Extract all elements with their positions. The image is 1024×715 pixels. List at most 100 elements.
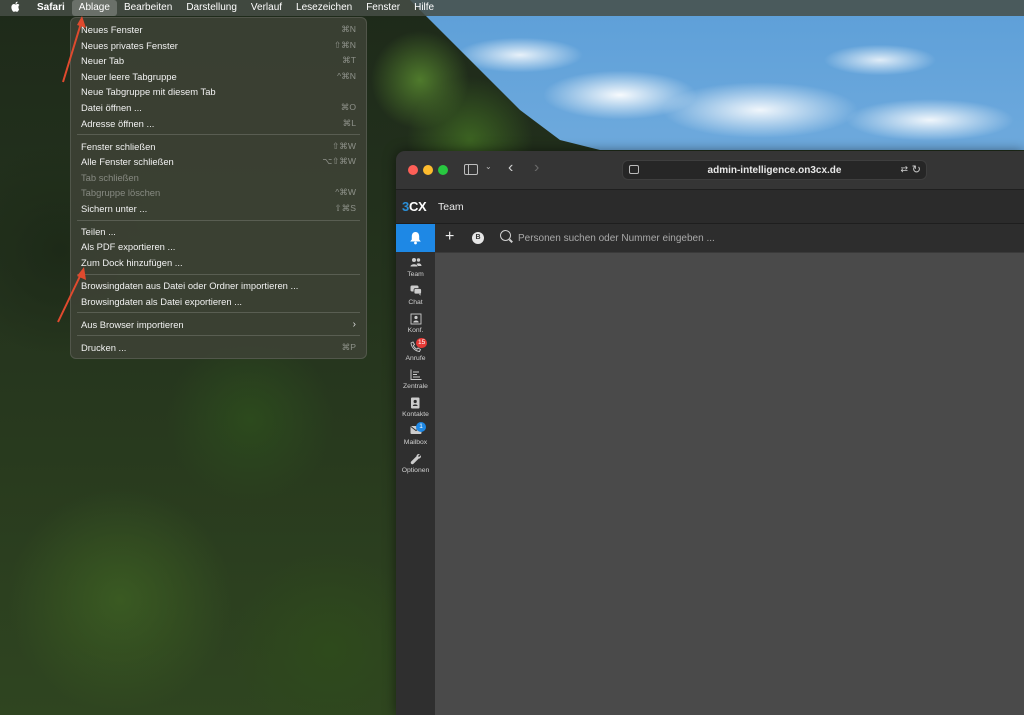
- menu-item-shortcut: ⇧⌘S: [334, 202, 356, 213]
- chat-icon: [396, 285, 435, 298]
- address-bar[interactable]: admin-intelligence.on3cx.de ⇄ ↻: [622, 160, 927, 180]
- menu-item-label: Tabgruppe löschen: [81, 187, 161, 199]
- nav-item-chat[interactable]: Chat: [396, 285, 435, 307]
- menu-hilfe[interactable]: Hilfe: [407, 0, 441, 16]
- reload-icon[interactable]: ↻: [912, 163, 921, 176]
- menu-item[interactable]: Neuer Tab ⌘T: [71, 53, 366, 69]
- nav-item-anrufe[interactable]: Anrufe 15: [396, 338, 435, 363]
- nav-item-konf[interactable]: Konf.: [396, 313, 435, 335]
- menu-item-label: Neues Fenster: [81, 24, 143, 35]
- menu-item[interactable]: Teilen ...: [71, 224, 366, 240]
- nav-item-optionen[interactable]: Optionen: [396, 453, 435, 475]
- menu-bar: Safari Ablage Bearbeiten Darstellung Ver…: [0, 0, 1024, 16]
- translate-icon[interactable]: ⇄: [900, 164, 908, 175]
- menu-item[interactable]: Browsingdaten aus Datei oder Ordner impo…: [71, 278, 366, 294]
- menu-item-label: Neue Tabgruppe mit diesem Tab: [81, 86, 216, 98]
- menu-verlauf[interactable]: Verlauf: [244, 0, 289, 16]
- menu-item-shortcut: ⇧⌘N: [333, 39, 356, 50]
- main-content: + B: [435, 224, 1024, 715]
- nav-item-label: Zentrale: [403, 383, 428, 390]
- ablage-dropdown-menu: Neues Fenster ⌘N Neues privates Fenster ⇧⌘N…: [70, 17, 367, 359]
- menu-separator: [77, 312, 360, 314]
- minimize-window-button[interactable]: [423, 165, 433, 175]
- sidebar-toggle-icon[interactable]: [464, 164, 478, 175]
- notifications-bell-icon[interactable]: [396, 224, 435, 252]
- menu-bearbeiten[interactable]: Bearbeiten: [117, 0, 179, 16]
- menu-darstellung[interactable]: Darstellung: [179, 0, 244, 16]
- menu-item[interactable]: Browsingdaten als Datei exportieren ...: [71, 294, 366, 310]
- menu-item[interactable]: Sichern unter ... ⇧⌘S: [71, 201, 366, 217]
- menu-item[interactable]: Datei öffnen ... ⌘O: [71, 100, 366, 116]
- menu-item[interactable]: Fenster schließen ⇧⌘W: [71, 139, 366, 155]
- app-sidebar: Team Chat Konf. Anrufe 15 Zentrale Kontakte Mai…: [396, 224, 435, 715]
- nav-item-label: Mailbox: [403, 439, 428, 446]
- add-icon[interactable]: +: [445, 228, 454, 246]
- browser-toolbar: ⌄ ‹ › admin-intelligence.on3cx.de ⇄ ↻: [396, 151, 1024, 190]
- menu-item-shortcut: ⌘N: [341, 24, 356, 34]
- menu-item-label: Drucken ...: [81, 341, 127, 353]
- nav-item-label: Team: [407, 271, 424, 278]
- count-badge: 15: [416, 338, 428, 348]
- menu-separator: [77, 219, 360, 221]
- menu-item[interactable]: Als PDF exportieren ...: [71, 239, 366, 255]
- nav-item-label: Optionen: [401, 467, 430, 474]
- menu-fenster[interactable]: Fenster: [359, 0, 407, 16]
- menu-item[interactable]: Neue Tabgruppe mit diesem Tab: [71, 84, 366, 100]
- apple-menu-icon[interactable]: [0, 1, 30, 15]
- search-input[interactable]: [518, 230, 998, 246]
- chevron-down-icon[interactable]: ⌄: [485, 162, 492, 171]
- address-url: admin-intelligence.on3cx.de: [707, 165, 842, 176]
- page-title: Team: [438, 201, 464, 213]
- menu-separator: [77, 335, 360, 337]
- 3cx-logo: 3CX: [402, 199, 427, 214]
- status-avatar[interactable]: B: [472, 232, 492, 244]
- nav-item-zentrale[interactable]: Zentrale: [396, 369, 435, 391]
- menu-item-label: Tab schließen: [81, 171, 139, 183]
- search-icon: [500, 230, 511, 241]
- menu-item[interactable]: Alle Fenster schließen ⌥⇧⌘W: [71, 154, 366, 170]
- menu-item: Tab schließen: [71, 170, 366, 186]
- menu-item[interactable]: Zum Dock hinzufügen ...: [71, 255, 366, 271]
- wrench-icon: [396, 453, 435, 466]
- menu-separator: [77, 134, 360, 136]
- contacts-icon: [396, 397, 435, 410]
- menu-item-shortcut: ^⌘N: [337, 70, 356, 81]
- menu-item-shortcut: ⌘O: [340, 101, 356, 112]
- nav-item-label: Chat: [408, 299, 423, 306]
- menu-lesezeichen[interactable]: Lesezeichen: [289, 0, 359, 16]
- safari-window: ⌄ ‹ › admin-intelligence.on3cx.de ⇄ ↻ 3C…: [396, 151, 1024, 715]
- menu-item-label: Neues privates Fenster: [81, 39, 178, 51]
- close-window-button[interactable]: [408, 165, 418, 175]
- menu-item[interactable]: Aus Browser importieren ›: [71, 317, 366, 333]
- team-icon: [396, 257, 435, 270]
- menu-item-label: Aus Browser importieren: [81, 318, 184, 330]
- nav-item-team[interactable]: Team: [396, 257, 435, 279]
- menu-item: Tabgruppe löschen ^⌘W: [71, 185, 366, 201]
- menu-item[interactable]: Neues privates Fenster ⇧⌘N: [71, 38, 366, 54]
- menu-item-shortcut: ⌘T: [342, 55, 356, 66]
- nav-item-label: Kontakte: [402, 411, 429, 418]
- nav-item-label: Konf.: [407, 327, 424, 334]
- menu-item-label: Teilen ...: [81, 225, 116, 237]
- back-arrow-icon[interactable]: ‹: [508, 159, 513, 177]
- menu-item-shortcut: ⌘P: [341, 341, 356, 352]
- nav-item-mailbox[interactable]: Mailbox 1: [396, 422, 435, 447]
- menu-separator: [77, 273, 360, 275]
- menu-item[interactable]: Adresse öffnen ... ⌘L: [71, 116, 366, 132]
- forward-arrow-icon[interactable]: ›: [534, 159, 539, 177]
- menu-item-label: Als PDF exportieren ...: [81, 241, 176, 253]
- menu-item[interactable]: Neues Fenster ⌘N: [71, 22, 366, 38]
- search-toolbar: + B: [435, 224, 1024, 253]
- menu-item-label: Neuer leere Tabgruppe: [81, 70, 177, 82]
- annotation-arrow-top: [62, 16, 86, 83]
- nav-item-label: Anrufe: [405, 355, 426, 362]
- annotation-arrow-bottom: [57, 267, 86, 323]
- nav-item-kontakte[interactable]: Kontakte: [396, 397, 435, 419]
- menu-item-shortcut: ⇧⌘W: [332, 140, 356, 151]
- switchboard-icon: [396, 369, 435, 382]
- menu-item[interactable]: Neuer leere Tabgruppe ^⌘N: [71, 69, 366, 85]
- menu-item-label: Fenster schließen: [81, 140, 156, 152]
- menu-item-label: Adresse öffnen ...: [81, 117, 155, 129]
- zoom-window-button[interactable]: [438, 165, 448, 175]
- menu-item[interactable]: Drucken ... ⌘P: [71, 340, 366, 356]
